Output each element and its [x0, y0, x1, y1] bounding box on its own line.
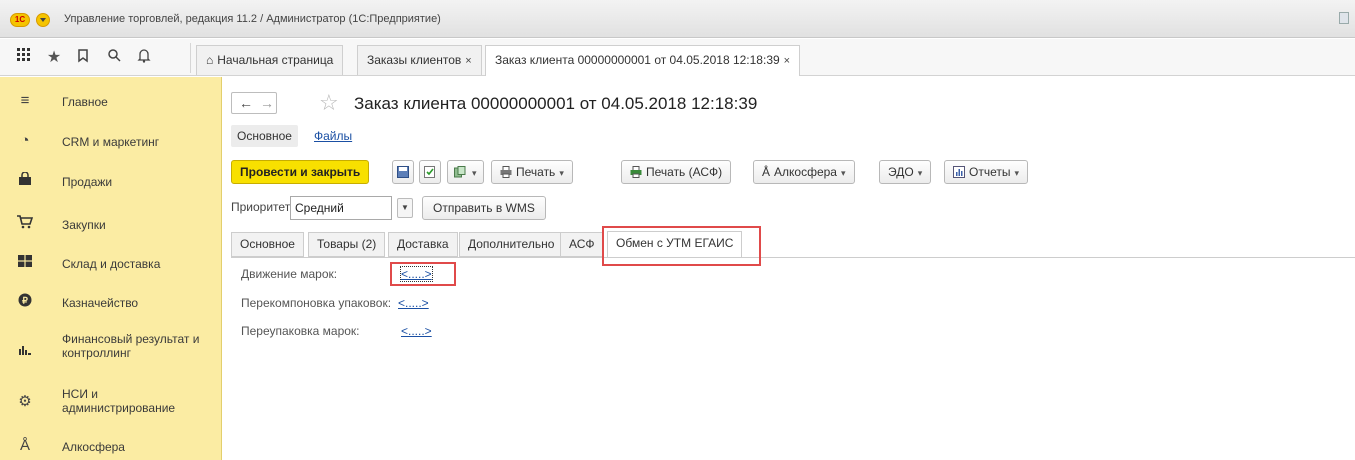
bell-icon[interactable]	[134, 48, 154, 68]
repack-stamps-link[interactable]: <.....>	[401, 324, 432, 338]
alko-icon: Å	[19, 437, 30, 454]
sidebar-item-label: НСИ и администрирование	[62, 387, 176, 415]
priority-label: Приоритет:	[231, 200, 294, 214]
tab-goods[interactable]: Товары (2)	[308, 232, 386, 257]
window-title-bar: 1С Управление торговлей, редакция 11.2 /…	[0, 0, 1355, 38]
tab-home[interactable]: ⌂ Начальная страница	[196, 45, 344, 75]
coin-icon: ₽	[16, 293, 34, 311]
star-icon[interactable]: ★	[44, 48, 64, 68]
create-based-on-button[interactable]: ▾	[447, 160, 484, 184]
chevron-down-icon: ▾	[1014, 168, 1020, 178]
document-form: ← → ☆ Заказ клиента 00000000001 от 04.05…	[223, 77, 1355, 460]
search-icon[interactable]	[104, 48, 124, 68]
sidebar-item-finance[interactable]: Финансовый результат и контроллинг	[0, 322, 222, 370]
window-control-icon[interactable]	[1339, 12, 1349, 24]
sidebar-item-main[interactable]: ≡ Главное	[0, 82, 222, 122]
sidebar-item-alkosfera[interactable]: Å Алкосфера	[0, 427, 222, 460]
pie-chart-icon: ◔	[20, 132, 30, 149]
close-icon[interactable]: ×	[465, 55, 471, 67]
window-title: Управление торговлей, редакция 11.2 / Ад…	[64, 13, 441, 25]
chevron-down-icon: ▾	[840, 168, 846, 178]
highlight-frame-link	[390, 262, 456, 286]
tab-home-label: Начальная страница	[217, 53, 334, 67]
bar-chart-icon	[16, 342, 34, 359]
post-button[interactable]	[419, 160, 441, 184]
priority-field[interactable]: Средний	[290, 196, 392, 220]
sections-sidebar: ≡ Главное ◔ CRM и маркетинг Продажи Заку…	[0, 77, 222, 460]
subnav-files-link[interactable]: Файлы	[314, 129, 352, 143]
sidebar-item-label: CRM и маркетинг	[62, 135, 160, 149]
svg-text:₽: ₽	[22, 296, 28, 306]
tab-customer-order-label: Заказ клиента 00000000001 от 04.05.2018 …	[495, 53, 780, 67]
reports-label: Отчеты	[969, 165, 1011, 179]
tab-divider	[231, 257, 1355, 258]
sidebar-item-sales[interactable]: Продажи	[0, 162, 222, 202]
save-button[interactable]	[392, 160, 414, 184]
back-arrow-icon[interactable]: ←	[239, 95, 253, 111]
tab-delivery[interactable]: Доставка	[388, 232, 458, 257]
sidebar-item-crm[interactable]: ◔ CRM и маркетинг	[0, 122, 222, 162]
forward-arrow-icon[interactable]: →	[260, 95, 274, 111]
cart-icon	[16, 215, 34, 233]
repack-packages-label: Перекомпоновка упаковок:	[241, 296, 392, 310]
sidebar-item-label: Склад и доставка	[62, 257, 161, 271]
alko-icon: Å	[762, 165, 771, 179]
edo-label: ЭДО	[888, 165, 914, 179]
sidebar-item-treasury[interactable]: ₽ Казначейство	[0, 282, 222, 322]
repack-packages-link[interactable]: <.....>	[398, 296, 429, 310]
top-toolbar: ★ ⌂ Начальная страница Заказы клиентов × З…	[0, 39, 1355, 76]
app-logo[interactable]: 1С	[10, 13, 30, 27]
tab-main[interactable]: Основное	[231, 232, 304, 257]
close-icon[interactable]: ×	[784, 55, 790, 67]
chevron-down-icon: ▾	[559, 168, 564, 178]
chevron-down-icon: ▾	[472, 168, 477, 178]
highlight-frame-tab	[602, 226, 761, 266]
stamps-movement-label: Движение марок:	[241, 267, 338, 281]
menu-lines-icon: ≡	[20, 92, 30, 109]
tab-asf[interactable]: АСФ	[560, 232, 604, 257]
send-to-wms-button[interactable]: Отправить в WMS	[422, 196, 546, 220]
home-icon: ⌂	[206, 53, 214, 67]
alkosfera-label: Алкосфера	[774, 165, 837, 179]
gear-icon: ⚙	[18, 393, 32, 410]
sidebar-item-label: Главное	[62, 95, 108, 109]
nav-buttons: ← →	[231, 92, 277, 114]
print-asf-button[interactable]: Печать (АСФ)	[621, 160, 732, 184]
bag-icon	[16, 171, 34, 190]
alkosfera-button[interactable]: Å Алкосфера ▾	[753, 160, 855, 184]
sidebar-item-admin[interactable]: ⚙ НСИ и администрирование	[0, 377, 222, 425]
print-asf-label: Печать (АСФ)	[646, 165, 723, 179]
sidebar-item-label: Финансовый результат и контроллинг	[62, 332, 200, 360]
tab-additional[interactable]: Дополнительно	[459, 232, 564, 257]
warehouse-icon	[16, 254, 34, 272]
print-button[interactable]: Печать ▾	[491, 160, 573, 184]
apps-grid-icon[interactable]	[14, 48, 34, 68]
tab-customer-orders-label: Заказы клиентов	[367, 53, 462, 67]
toolbar-divider	[190, 43, 191, 73]
tab-customer-order[interactable]: Заказ клиента 00000000001 от 04.05.2018 …	[485, 45, 801, 76]
chevron-down-icon: ▾	[917, 168, 923, 178]
page-title: Заказ клиента 00000000001 от 04.05.2018 …	[354, 94, 758, 113]
favorite-star-icon[interactable]: ☆	[319, 90, 339, 116]
sidebar-item-label: Закупки	[62, 218, 106, 232]
reports-button[interactable]: Отчеты ▾	[944, 160, 1029, 184]
sidebar-item-label: Продажи	[62, 175, 113, 189]
main-menu-button[interactable]	[36, 13, 50, 27]
post-and-close-button[interactable]: Провести и закрыть	[231, 160, 370, 184]
edo-button[interactable]: ЭДО ▾	[879, 160, 932, 184]
tab-customer-orders[interactable]: Заказы клиентов ×	[357, 45, 482, 75]
chevron-down-icon[interactable]: ▼	[397, 198, 413, 218]
subnav-main[interactable]: Основное	[231, 125, 298, 147]
sidebar-item-warehouse[interactable]: Склад и доставка	[0, 242, 222, 282]
history-icon[interactable]	[74, 48, 94, 68]
sidebar-item-purchases[interactable]: Закупки	[0, 202, 222, 242]
print-label: Печать	[516, 165, 556, 179]
sidebar-item-label: Алкосфера	[62, 440, 125, 454]
sidebar-item-label: Казначейство	[62, 296, 139, 310]
repack-stamps-label: Переупаковка марок:	[241, 324, 360, 338]
